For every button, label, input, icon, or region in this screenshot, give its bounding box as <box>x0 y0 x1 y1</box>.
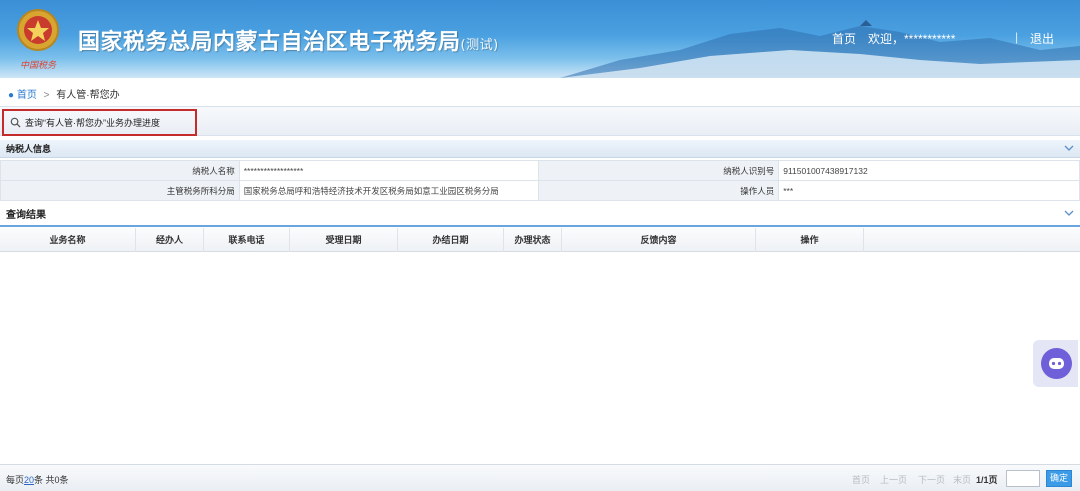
tax-office-label: 主管税务所科分局 <box>0 180 240 201</box>
column-header-complete-date[interactable]: 办结日期 <box>398 228 504 252</box>
taxpayer-name-label: 纳税人名称 <box>0 160 240 181</box>
header-nav-separator: | <box>1015 30 1019 44</box>
column-header-phone[interactable]: 联系电话 <box>204 228 290 252</box>
chevron-down-icon[interactable] <box>1064 144 1074 152</box>
header-welcome-user: 欢迎，*********** <box>868 32 956 46</box>
operator-value: *** <box>778 180 1080 201</box>
chevron-down-icon[interactable] <box>1064 209 1074 217</box>
last-page-button[interactable]: 末页 <box>953 473 971 486</box>
column-header-status[interactable]: 办理状态 <box>504 228 562 252</box>
chat-assistant-button[interactable] <box>1033 340 1078 387</box>
page-size-info: 每页20条 共0条 <box>6 475 69 485</box>
next-page-button[interactable]: 下一页 <box>918 473 945 486</box>
page-number-input[interactable] <box>1006 470 1040 487</box>
column-header-business-name[interactable]: 业务名称 <box>0 228 136 252</box>
column-header-spacer <box>864 228 1080 252</box>
great-wall-mountain-banner <box>560 20 1080 78</box>
page-size-link[interactable]: 20 <box>24 475 34 485</box>
header-home-link[interactable]: 首页 <box>832 30 856 47</box>
logout-link[interactable]: 退出 <box>1030 30 1054 47</box>
site-header: 中国税务 国家税务总局内蒙古自治区电子税务局(测试) 首页 欢迎，*******… <box>0 0 1080 78</box>
taxpayer-id-value: 91150100743891713​2 <box>778 160 1080 181</box>
tax-office-value: 国家税务总局呼和浩特经济技术开发区税务局如意工业园区税务分局 <box>238 180 540 201</box>
breadcrumb-current: 有人管·帮您办 <box>56 90 120 101</box>
table-row: 主管税务所科分局 国家税务总局呼和浩特经济技术开发区税务局如意工业园区税务分局 … <box>0 180 1080 201</box>
breadcrumb: ● 首页 > 有人管·帮您办 <box>8 86 120 101</box>
taxpayer-name-value: ****************** <box>238 160 540 181</box>
operator-label: 操作人员 <box>538 180 780 201</box>
query-results-header[interactable]: 查询结果 <box>0 205 1080 227</box>
column-header-handler[interactable]: 经办人 <box>136 228 204 252</box>
chat-assistant-icon <box>1041 348 1072 379</box>
page-info: 1/1页 <box>976 475 998 485</box>
taxpayer-info-table: 纳税人名称 ****************** 纳税人识别号 91150100… <box>0 160 1080 201</box>
breadcrumb-separator: > <box>43 90 50 101</box>
taxpayer-id-label: 纳税人识别号 <box>538 160 780 181</box>
table-row: 纳税人名称 ****************** 纳税人识别号 91150100… <box>0 160 1080 181</box>
column-header-accept-date[interactable]: 受理日期 <box>290 228 398 252</box>
breadcrumb-home-link[interactable]: 首页 <box>17 90 37 101</box>
emblem-signature: 中国税务 <box>20 61 57 71</box>
column-header-feedback[interactable]: 反馈内容 <box>562 228 756 252</box>
taxpayer-info-title: 纳税人信息 <box>6 144 52 154</box>
first-page-button[interactable]: 首页 <box>852 473 870 486</box>
query-progress-button[interactable]: 查询“有人管·帮您办”业务办理进度 <box>2 109 197 136</box>
prev-page-button[interactable]: 上一页 <box>880 473 907 486</box>
taxpayer-info-header[interactable]: 纳税人信息 <box>0 140 1080 158</box>
results-table-header: 业务名称 经办人 联系电话 受理日期 办结日期 办理状态 反馈内容 操作 <box>0 228 1080 252</box>
emblem-icon <box>17 9 59 51</box>
query-results-title: 查询结果 <box>6 210 46 221</box>
search-icon <box>10 117 21 128</box>
query-toolbar: 查询“有人管·帮您办”业务办理进度 <box>0 106 1080 136</box>
go-button[interactable]: 确定 <box>1046 470 1072 487</box>
column-header-actions[interactable]: 操作 <box>756 228 864 252</box>
pagination-bar: 每页20条 共0条 首页 上一页 下一页 末页 1/1页 确定 <box>0 464 1080 491</box>
location-pin-icon: ● <box>8 90 15 101</box>
query-progress-label: 查询“有人管·帮您办”业务办理进度 <box>25 118 160 128</box>
site-title: 国家税务总局内蒙古自治区电子税务局(测试) <box>78 30 499 55</box>
